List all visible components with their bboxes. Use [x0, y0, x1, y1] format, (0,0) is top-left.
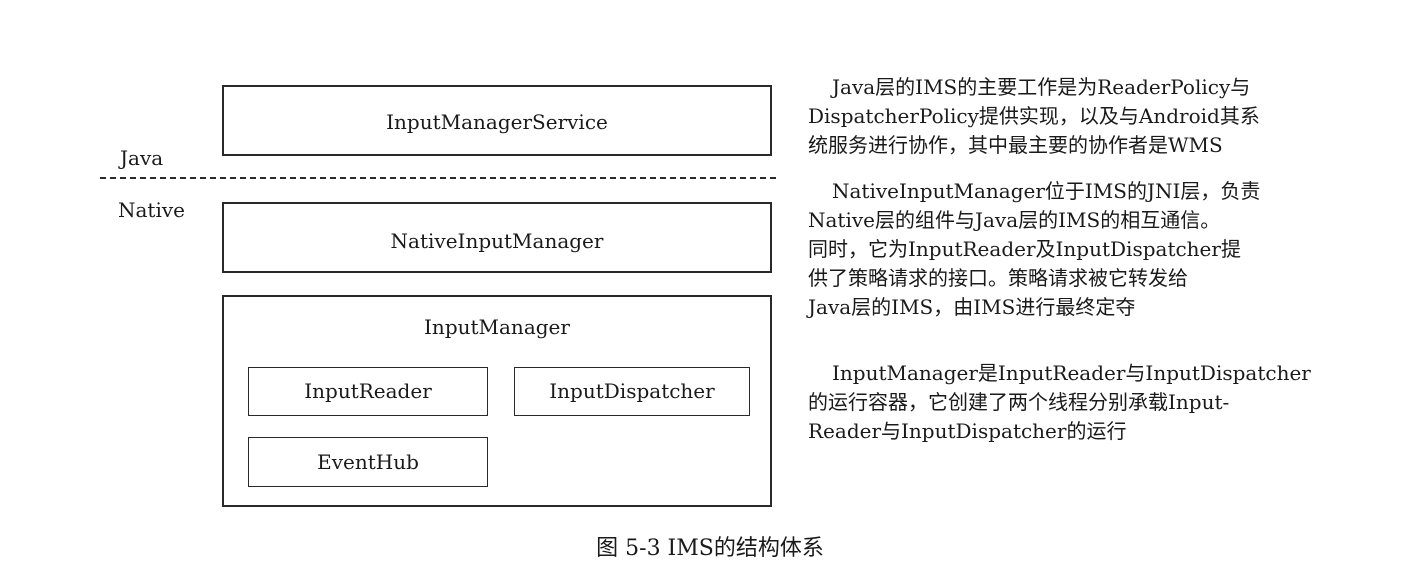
ims-description: Java层的IMS的主要工作是为ReaderPolicy与 Dispatcher…: [808, 73, 1308, 160]
figure-caption: 图 5-3 IMS的结构体系: [596, 536, 824, 561]
java-layer-label: Java: [120, 146, 164, 170]
native-input-manager-description-line: Native层的组件与Java层的IMS的相互通信。: [808, 208, 1221, 232]
input-manager-label: InputManager: [424, 315, 570, 339]
event-hub-label: EventHub: [317, 450, 419, 474]
native-input-manager-box: NativeInputManager: [222, 202, 772, 273]
ims-description-line: 统服务进行协作，其中最主要的协作者是WMS: [808, 133, 1223, 157]
input-manager-service-label: InputManagerService: [386, 110, 608, 134]
input-manager-service-box: InputManagerService: [222, 85, 772, 156]
input-reader-box: InputReader: [248, 367, 488, 416]
native-input-manager-description-line: 同时，它为InputReader及InputDispatcher提: [808, 237, 1241, 261]
native-input-manager-description-line: 供了策略请求的接口。策略请求被它转发给: [808, 266, 1188, 290]
input-manager-description: InputManager是InputReader与InputDispatcher…: [808, 359, 1311, 446]
input-manager-description-line: Reader与InputDispatcher的运行: [808, 419, 1127, 443]
ims-description-line: Java层的IMS的主要工作是为ReaderPolicy与: [832, 75, 1251, 99]
input-reader-label: InputReader: [304, 379, 432, 403]
native-input-manager-description: NativeInputManager位于IMS的JNI层，负责 Native层的…: [808, 177, 1308, 322]
input-dispatcher-label: InputDispatcher: [549, 379, 715, 403]
java-native-divider: [100, 177, 776, 179]
ims-description-line: DispatcherPolicy提供实现，以及与Android其系: [808, 104, 1260, 128]
native-input-manager-label: NativeInputManager: [390, 229, 604, 253]
input-manager-box: InputManager InputReader InputDispatcher…: [222, 295, 772, 507]
event-hub-box: EventHub: [248, 437, 488, 487]
input-manager-description-line: 的运行容器，它创建了两个线程分别承载Input-: [808, 390, 1230, 414]
native-layer-label: Native: [118, 198, 185, 222]
input-dispatcher-box: InputDispatcher: [514, 367, 750, 416]
native-input-manager-description-line: NativeInputManager位于IMS的JNI层，负责: [832, 179, 1261, 203]
native-input-manager-description-line: Java层的IMS，由IMS进行最终定夺: [808, 295, 1136, 319]
input-manager-description-line: InputManager是InputReader与InputDispatcher: [832, 361, 1311, 385]
